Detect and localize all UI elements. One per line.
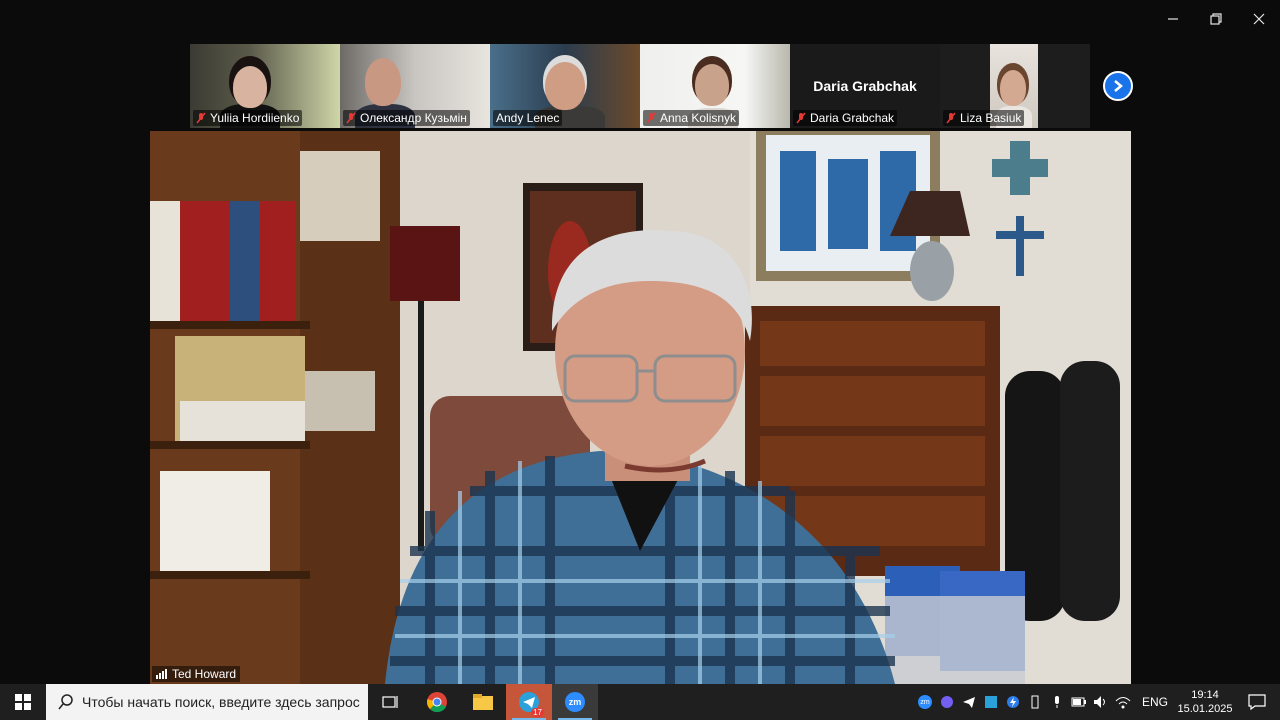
participant-tile[interactable]: Andy Lenec xyxy=(490,44,640,128)
mic-muted-icon xyxy=(946,112,956,124)
signal-strength-icon xyxy=(156,669,167,679)
chrome-icon xyxy=(427,692,447,713)
zoom-icon-label: zm xyxy=(568,697,582,707)
participant-name: Олександр Кузьмін xyxy=(343,110,470,126)
participant-name-label: Andy Lenec xyxy=(496,111,560,125)
mic-muted-icon xyxy=(796,112,806,124)
participant-name-label: Yuliia Hordiienko xyxy=(210,111,300,125)
minimize-button[interactable] xyxy=(1151,0,1194,38)
telegram-icon xyxy=(962,697,975,708)
usb-icon xyxy=(1031,695,1039,709)
search-placeholder: Чтобы начать поиск, введите здесь запрос xyxy=(82,694,360,710)
microphone-tray-icon[interactable] xyxy=(1046,684,1068,720)
taskbar: Чтобы начать поиск, введите здесь запрос… xyxy=(0,684,1280,720)
wifi-tray-icon[interactable] xyxy=(1112,684,1134,720)
folder-icon xyxy=(473,694,493,710)
notifications-button[interactable] xyxy=(1234,684,1280,720)
start-button[interactable] xyxy=(0,684,46,720)
chevron-right-icon xyxy=(1114,80,1123,92)
participant-tile[interactable]: Yuliia Hordiienko xyxy=(190,44,340,128)
lightning-icon xyxy=(1006,696,1019,708)
telegram-tray-icon[interactable] xyxy=(958,684,980,720)
app-tray-icon[interactable] xyxy=(980,684,1002,720)
notification-icon xyxy=(1248,694,1266,710)
active-speaker-name: Ted Howard xyxy=(172,667,237,681)
clock-time: 19:14 xyxy=(1191,689,1219,701)
next-page-button[interactable] xyxy=(1103,71,1133,101)
participant-tile[interactable]: Anna Kolisnyk xyxy=(640,44,790,128)
speaker-icon xyxy=(1093,696,1105,708)
participant-name: Yuliia Hordiienko xyxy=(193,110,303,126)
viber-icon xyxy=(940,696,953,708)
grid-icon xyxy=(984,696,997,708)
task-view-icon xyxy=(382,696,398,708)
wifi-icon xyxy=(1115,697,1131,709)
window-controls xyxy=(1151,0,1280,38)
minimize-icon xyxy=(1167,18,1178,20)
participant-placeholder-name: Daria Grabchak xyxy=(813,78,917,94)
clock-date: 15.01.2025 xyxy=(1177,703,1233,715)
participant-name: Andy Lenec xyxy=(493,110,563,126)
restore-button[interactable] xyxy=(1194,0,1237,38)
participant-name: Liza Basiuk xyxy=(943,110,1025,126)
battery-icon xyxy=(1071,697,1086,707)
lightning-tray-icon[interactable] xyxy=(1002,684,1024,720)
participant-name-label: Anna Kolisnyk xyxy=(660,111,737,125)
mic-muted-icon xyxy=(346,112,356,124)
participant-strip: Yuliia Hordiienko Олександр Кузьмін Andy… xyxy=(190,44,1090,128)
close-icon xyxy=(1253,13,1264,25)
windows-logo-icon xyxy=(15,694,31,710)
telegram-taskbar-button[interactable]: 17 xyxy=(506,684,552,720)
taskbar-search[interactable]: Чтобы начать поиск, введите здесь запрос xyxy=(46,684,368,720)
participant-tile[interactable]: Daria Grabchak Daria Grabchak xyxy=(790,44,940,128)
search-icon xyxy=(58,694,73,710)
volume-tray-icon[interactable] xyxy=(1090,684,1112,720)
restore-icon xyxy=(1209,13,1222,25)
zoom-tray-label: zm xyxy=(917,695,932,709)
active-speaker-label: Ted Howard xyxy=(152,666,241,682)
usb-tray-icon[interactable] xyxy=(1024,684,1046,720)
notification-badge: 17 xyxy=(531,708,544,717)
participant-name: Anna Kolisnyk xyxy=(643,110,740,126)
system-tray: zm ENG 19:14 15.01.2025 xyxy=(914,684,1280,720)
participant-name-label: Liza Basiuk xyxy=(960,111,1022,125)
mic-muted-icon xyxy=(646,112,656,124)
participant-tile[interactable]: Олександр Кузьмін xyxy=(340,44,490,128)
zoom-tray-icon[interactable]: zm xyxy=(914,684,936,720)
participant-name-label: Олександр Кузьмін xyxy=(360,111,467,125)
participant-name: Daria Grabchak xyxy=(793,110,898,126)
file-explorer-button[interactable] xyxy=(460,684,506,720)
zoom-taskbar-button[interactable]: zm xyxy=(552,684,598,720)
participant-tile[interactable]: Liza Basiuk xyxy=(940,44,1090,128)
active-speaker-video[interactable]: Ted Howard xyxy=(150,131,1131,684)
participant-name-label: Daria Grabchak xyxy=(810,111,895,125)
microphone-icon xyxy=(1054,696,1059,708)
close-button[interactable] xyxy=(1237,0,1280,38)
taskbar-clock[interactable]: 19:14 15.01.2025 xyxy=(1176,688,1234,716)
chrome-taskbar-button[interactable] xyxy=(414,684,460,720)
task-view-button[interactable] xyxy=(368,684,414,720)
battery-tray-icon[interactable] xyxy=(1068,684,1090,720)
language-indicator[interactable]: ENG xyxy=(1134,695,1176,709)
mic-muted-icon xyxy=(196,112,206,124)
viber-tray-icon[interactable] xyxy=(936,684,958,720)
video-feed xyxy=(150,131,1131,684)
